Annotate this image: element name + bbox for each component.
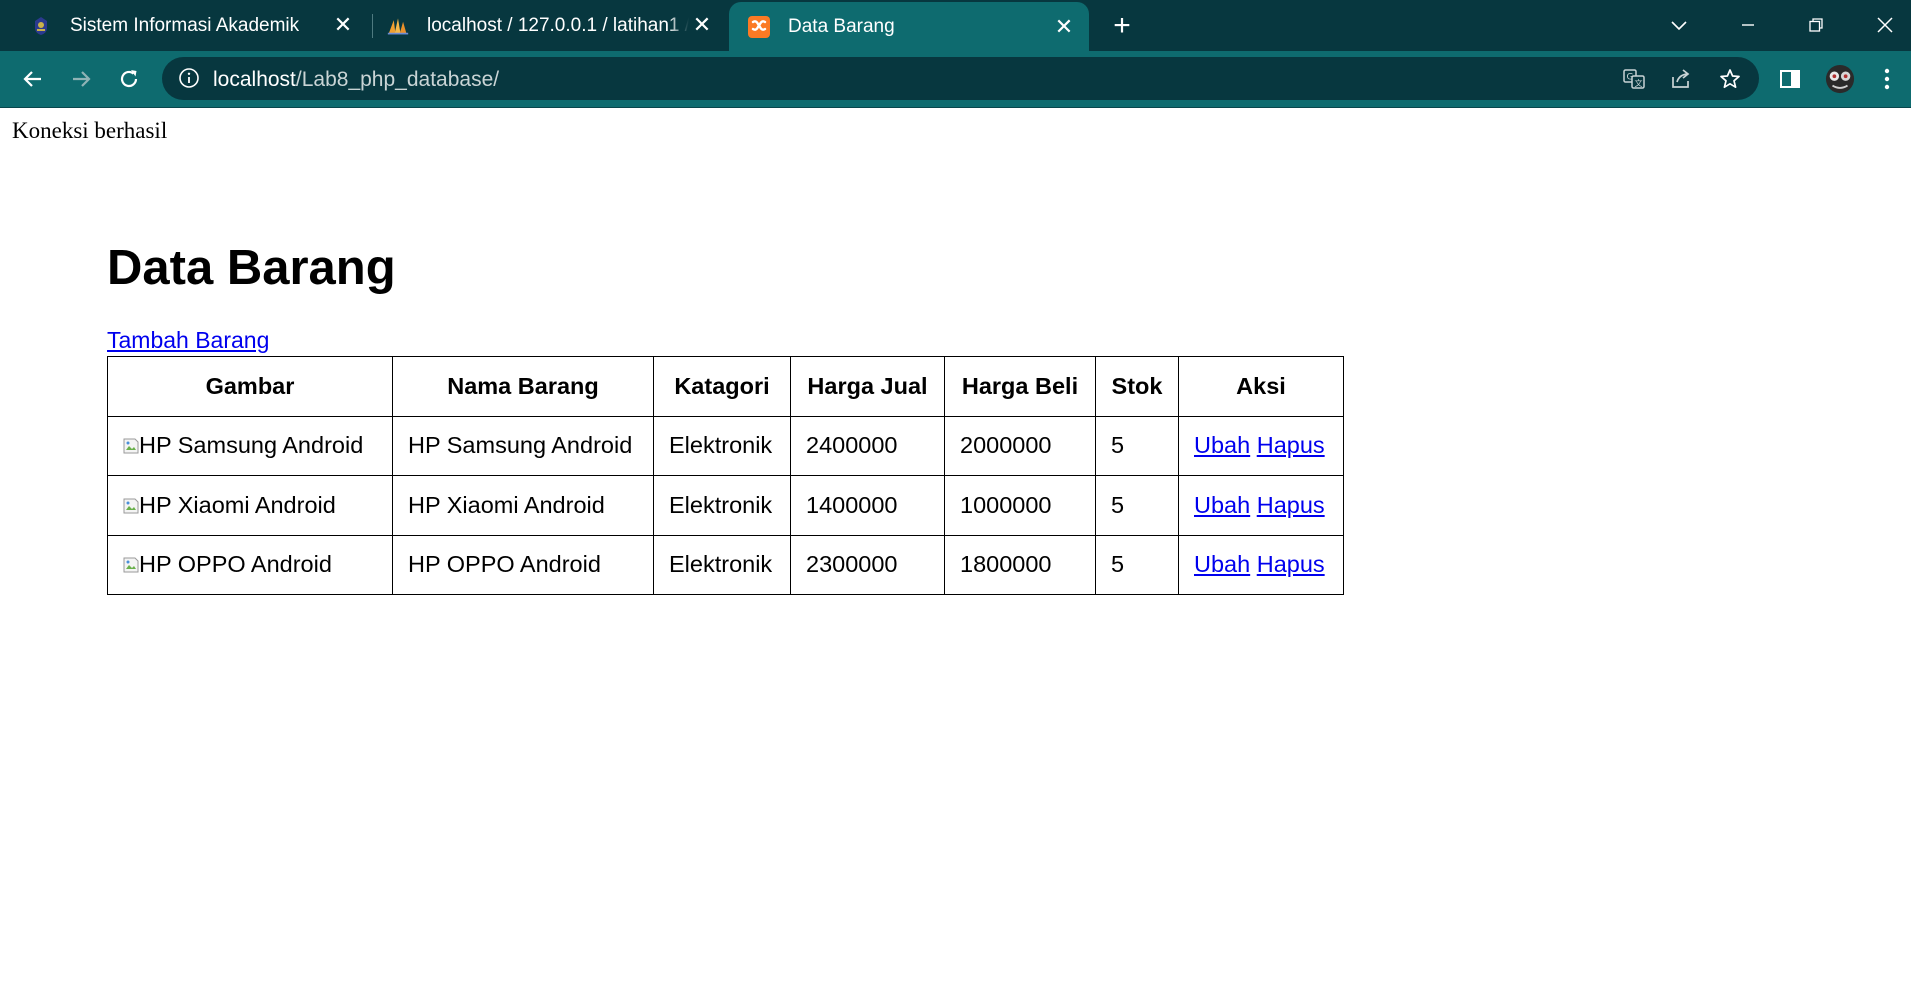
delete-link[interactable]: Hapus [1257,432,1325,458]
broken-image-icon [123,557,139,573]
table-header-row: Gambar Nama Barang Katagori Harga Jual H… [107,356,1344,417]
tab-title: localhost / 127.0.0.1 / latihan1 / d [427,14,689,36]
image-cell: HP Samsung Android [107,415,393,476]
academic-crest-icon [35,16,47,35]
kategori-cell: Elektronik [653,475,791,536]
add-item-link[interactable]: Tambah Barang [107,327,269,354]
edit-link[interactable]: Ubah [1194,492,1250,518]
translate-icon[interactable]: G 文 [1622,67,1646,91]
tab-separator [372,14,373,38]
menu-kebab-icon[interactable] [1872,64,1902,94]
tab-search-chevron-icon[interactable] [1664,10,1694,40]
side-panel-icon[interactable] [1775,64,1805,94]
image-cell: HP Xiaomi Android [107,475,393,536]
column-header-nama-barang: Nama Barang [392,356,654,417]
phpmyadmin-sail-icon [387,17,409,34]
aksi-cell: Ubah Hapus [1178,534,1344,595]
harga-jual-cell: 1400000 [790,475,945,536]
aksi-cell: Ubah Hapus [1178,415,1344,476]
page-title: Data Barang [107,241,396,295]
harga-beli-cell: 1000000 [944,475,1096,536]
nama-barang-cell: HP Samsung Android [392,415,654,476]
broken-image-icon [123,498,139,514]
tab-title: Sistem Informasi Akademik [70,14,300,36]
column-header-gambar: Gambar [107,356,393,417]
column-header-aksi: Aksi [1178,356,1344,417]
harga-beli-cell: 2000000 [944,415,1096,476]
nama-barang-cell: HP Xiaomi Android [392,475,654,536]
restore-window-icon[interactable] [1801,10,1831,40]
back-arrow-icon[interactable] [18,64,48,94]
bookmark-star-icon[interactable] [1718,67,1742,91]
kategori-cell: Elektronik [653,415,791,476]
close-window-icon[interactable] [1870,10,1900,40]
column-header-stok: Stok [1095,356,1179,417]
browser-toolbar: localhost/Lab8_php_database/ G 文 [0,51,1911,107]
minimize-window-icon[interactable] [1733,10,1763,40]
tab-sistem-informasi[interactable]: Sistem Informasi Akademik ✕ [30,0,368,51]
url-path: /Lab8_php_database/ [295,68,500,91]
image-alt-text: HP OPPO Android [139,551,332,578]
items-table: Gambar Nama Barang Katagori Harga Jual H… [107,356,1344,595]
forward-arrow-icon[interactable] [66,64,96,94]
tab-strip: Sistem Informasi Akademik ✕ localhost / … [0,0,1911,51]
url-text[interactable]: localhost/Lab8_php_database/ [213,68,499,92]
column-header-harga-beli: Harga Beli [944,356,1096,417]
image-alt-text: HP Xiaomi Android [139,491,336,518]
stok-cell: 5 [1095,475,1179,536]
table-row: HP OPPO Android HP OPPO Android Elektron… [107,534,1344,595]
table-row: HP Xiaomi Android HP Xiaomi Android Elek… [107,475,1344,536]
xampp-logo-icon [748,15,770,38]
site-info-icon[interactable] [178,67,200,89]
delete-link[interactable]: Hapus [1257,551,1325,577]
reload-icon[interactable] [114,64,144,94]
tab-data-barang[interactable]: Data Barang ✕ [729,2,1089,51]
tab-phpmyadmin[interactable]: localhost / 127.0.0.1 / latihan1 / d ✕ [387,0,727,51]
edit-link[interactable]: Ubah [1194,432,1250,458]
nama-barang-cell: HP OPPO Android [392,534,654,595]
share-icon[interactable] [1669,67,1693,91]
kategori-cell: Elektronik [653,534,791,595]
image-cell: HP OPPO Android [107,534,393,595]
stok-cell: 5 [1095,534,1179,595]
new-tab-button[interactable]: + [1108,11,1136,41]
harga-jual-cell: 2300000 [790,534,945,595]
close-tab-icon[interactable]: ✕ [332,14,354,36]
image-alt-text: HP Samsung Android [139,432,364,459]
broken-image-icon [123,438,139,454]
close-tab-icon[interactable]: ✕ [1053,16,1075,38]
address-bar[interactable]: localhost/Lab8_php_database/ G 文 [162,57,1759,100]
table-row: HP Samsung Android HP Samsung Android El… [107,415,1344,476]
url-host: localhost [213,68,296,91]
tab-title: Data Barang [788,15,895,37]
column-header-katagori: Katagori [653,356,791,417]
edit-link[interactable]: Ubah [1194,551,1250,577]
harga-jual-cell: 2400000 [790,415,945,476]
harga-beli-cell: 1800000 [944,534,1096,595]
svg-text:文: 文 [1635,78,1643,88]
column-header-harga-jual: Harga Jual [790,356,945,417]
aksi-cell: Ubah Hapus [1178,475,1344,536]
profile-avatar[interactable] [1825,64,1855,94]
close-tab-icon[interactable]: ✕ [691,14,713,36]
stok-cell: 5 [1095,415,1179,476]
connection-status-text: Koneksi berhasil [12,118,168,143]
delete-link[interactable]: Hapus [1257,492,1325,518]
page-content: Koneksi berhasil Data Barang Tambah Bara… [0,108,1911,1003]
